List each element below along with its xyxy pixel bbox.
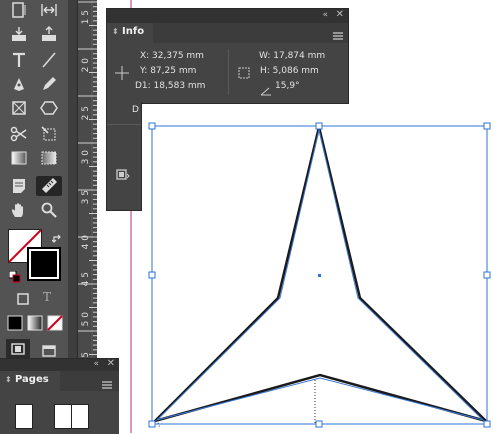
gradient-swatch-icon[interactable] bbox=[8, 148, 30, 168]
ruler-label: 2 5 bbox=[81, 106, 91, 121]
hand-tool-icon[interactable] bbox=[8, 200, 30, 220]
rectangle-frame-icon[interactable] bbox=[8, 98, 30, 118]
ruler-label: 4 0 bbox=[81, 235, 91, 250]
gradient-feather-icon[interactable] bbox=[38, 148, 60, 168]
pages-panel: « ✕ ⬍ Pages bbox=[0, 358, 119, 434]
close-icon[interactable]: ✕ bbox=[336, 9, 344, 20]
line-tool-icon[interactable] bbox=[38, 50, 60, 70]
pages-tab-row: ⬍ Pages bbox=[0, 371, 119, 391]
zoom-tool-icon[interactable] bbox=[38, 200, 60, 220]
gap-tool-icon[interactable] bbox=[38, 0, 60, 20]
measure-tool-icon[interactable] bbox=[36, 176, 62, 196]
info-w-value: W: 17,874 mm bbox=[259, 51, 326, 61]
ruler-label: 2 0 bbox=[81, 58, 91, 73]
info-y-value: Y: 87,25 mm bbox=[140, 66, 197, 76]
handle-top-left bbox=[148, 122, 156, 130]
info-angle-value: 15,9° bbox=[275, 81, 300, 91]
tab-pages[interactable]: ⬍ Pages bbox=[0, 371, 60, 391]
handle-middle-left bbox=[148, 271, 156, 279]
info-panel-extension: D bbox=[106, 102, 142, 211]
info-clipped-label: D bbox=[132, 105, 139, 115]
handle-bottom-right bbox=[483, 420, 491, 428]
handle-bottom-center bbox=[315, 420, 323, 428]
apply-none-icon[interactable] bbox=[47, 315, 63, 335]
info-panel: « ✕ ⬍ Info X: 32,375 mm Y: 87,25 mm D1: … bbox=[106, 8, 349, 104]
spread-page-thumbnail[interactable] bbox=[54, 404, 89, 429]
ruler-label: 3 5 bbox=[81, 190, 91, 205]
ruler-label: 5 0 bbox=[81, 312, 91, 327]
info-x-value: X: 32,375 mm bbox=[140, 51, 204, 61]
scissors-icon[interactable] bbox=[8, 124, 30, 144]
formatting-container-icon[interactable] bbox=[14, 290, 32, 308]
tab-pages-label: Pages bbox=[15, 374, 49, 385]
tab-info[interactable]: ⬍ Info bbox=[107, 23, 153, 43]
handle-bottom-left bbox=[148, 420, 156, 428]
crosshair-icon bbox=[115, 65, 129, 84]
center-point bbox=[318, 274, 321, 277]
note-tool-icon[interactable] bbox=[8, 176, 30, 196]
info-h-value: H: 5,086 mm bbox=[260, 66, 319, 76]
ruler-label: 1 5 bbox=[81, 10, 91, 25]
default-fill-stroke-icon[interactable] bbox=[8, 268, 21, 287]
dimension-box-icon bbox=[238, 64, 250, 83]
pencil-tool-icon[interactable] bbox=[38, 74, 60, 94]
angle-icon bbox=[260, 81, 272, 100]
tab-order-icon: ⬍ bbox=[112, 27, 119, 36]
handle-top-center bbox=[315, 122, 323, 130]
page-tool-icon[interactable] bbox=[8, 0, 30, 20]
fill-info-icon bbox=[116, 166, 130, 185]
collapse-icon[interactable]: « bbox=[322, 10, 328, 20]
pen-tool-icon[interactable] bbox=[8, 74, 30, 94]
close-icon[interactable]: ✕ bbox=[107, 358, 115, 369]
single-page-thumbnail[interactable] bbox=[15, 404, 33, 429]
formatting-text-icon[interactable]: T bbox=[38, 290, 56, 308]
content-collector-icon[interactable] bbox=[8, 24, 30, 44]
tab-order-icon: ⬍ bbox=[5, 375, 12, 384]
content-placer-icon[interactable] bbox=[38, 24, 60, 44]
ruler-label: 4 5 bbox=[81, 272, 91, 287]
normal-view-mode-icon[interactable] bbox=[6, 339, 30, 359]
swap-fill-stroke-icon[interactable] bbox=[51, 230, 64, 249]
info-panel-titlebar[interactable]: « ✕ bbox=[107, 9, 348, 23]
info-d1-value: D1: 18,583 mm bbox=[135, 81, 206, 91]
tab-info-label: Info bbox=[122, 26, 145, 37]
collapse-icon[interactable]: « bbox=[93, 359, 99, 369]
apply-gradient-icon[interactable] bbox=[27, 315, 43, 335]
stroke-swatch[interactable] bbox=[27, 247, 61, 281]
info-tab-row: ⬍ Info bbox=[107, 23, 348, 43]
type-tool-icon[interactable] bbox=[8, 50, 30, 70]
info-divider bbox=[228, 49, 229, 95]
polygon-tool-icon[interactable] bbox=[38, 98, 60, 118]
apply-color-icon[interactable] bbox=[7, 315, 23, 335]
free-transform-icon[interactable] bbox=[38, 124, 60, 144]
panel-menu-icon[interactable] bbox=[332, 26, 344, 45]
pages-panel-titlebar[interactable]: « ✕ bbox=[0, 358, 119, 371]
panel-menu-icon[interactable] bbox=[101, 375, 113, 394]
handle-middle-right bbox=[483, 271, 491, 279]
ruler-label: 3 0 bbox=[81, 150, 91, 165]
handle-top-right bbox=[483, 122, 491, 130]
